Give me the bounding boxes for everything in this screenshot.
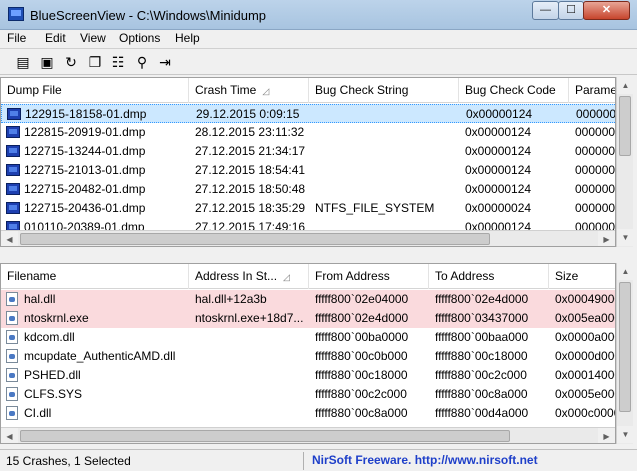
col-dump-file[interactable]: Dump File — [1, 78, 189, 103]
crash-list[interactable]: Dump File Crash Time ◿ Bug Check String B… — [0, 77, 616, 247]
table-row[interactable]: hal.dll hal.dll+12a3b fffff800`02e04000 … — [1, 290, 615, 309]
properties-button[interactable]: ▤ — [14, 53, 32, 71]
table-row[interactable]: CI.dll fffff880`00c8a000 fffff880`00d4a0… — [1, 404, 615, 423]
vscroll-thumb[interactable] — [619, 96, 631, 156]
scroll-right-arrow[interactable]: ▶ — [598, 231, 615, 246]
title-bar: BlueScreenView - C:\Windows\Minidump — ☐… — [0, 0, 637, 30]
table-row[interactable]: 122915-18158-01.dmp 29.12.2015 0:09:15 0… — [1, 104, 615, 123]
sort-icon: ◿ — [283, 272, 290, 282]
save-button[interactable]: ▣ — [38, 53, 56, 71]
crash-list-header: Dump File Crash Time ◿ Bug Check String B… — [1, 78, 615, 103]
driver-list-hscroll[interactable]: ◀ ▶ — [1, 427, 615, 443]
menu-bar: File Edit View Options Help — [0, 30, 637, 48]
col-size[interactable]: Size — [549, 264, 615, 289]
table-row[interactable]: 122715-20482-01.dmp 27.12.2015 18:50:48 … — [1, 180, 615, 199]
table-row[interactable]: mcupdate_AuthenticAMD.dll fffff880`00c0b… — [1, 347, 615, 366]
table-row[interactable]: 122715-20436-01.dmp 27.12.2015 18:35:29 … — [1, 199, 615, 218]
table-row[interactable]: 122715-13244-01.dmp 27.12.2015 21:34:17 … — [1, 142, 615, 161]
status-count: 15 Crashes, 1 Selected — [6, 454, 131, 468]
sort-icon: ◿ — [262, 86, 270, 96]
table-row[interactable]: CLFS.SYS fffff880`00c2c000 fffff880`00c8… — [1, 385, 615, 404]
col-to-address[interactable]: To Address — [429, 264, 549, 289]
toolbar: ▤ ▣ ↻ ❐ ☷ ⚲ ⇥ — [0, 48, 637, 75]
exit-button[interactable]: ⇥ — [156, 53, 174, 71]
nirsoft-link[interactable]: NirSoft Freeware. http://www.nirsoft.net — [312, 453, 538, 467]
find-button[interactable]: ⚲ — [133, 53, 151, 71]
scroll-up-arrow[interactable]: ▲ — [617, 77, 634, 94]
close-button[interactable]: ✕ — [583, 1, 630, 20]
window-title: BlueScreenView - C:\Windows\Minidump — [30, 8, 267, 23]
table-row[interactable]: ntoskrnl.exe ntoskrnl.exe+18d7... fffff8… — [1, 309, 615, 328]
table-row[interactable]: kdcom.dll fffff800`00ba0000 fffff800`00b… — [1, 328, 615, 347]
scroll-up-arrow[interactable]: ▲ — [617, 263, 634, 280]
refresh-icon: ↻ — [65, 54, 77, 70]
col-crash-time[interactable]: Crash Time ◿ — [189, 78, 309, 103]
menu-edit[interactable]: Edit — [45, 31, 66, 45]
scroll-left-arrow[interactable]: ◀ — [1, 428, 18, 443]
status-divider — [303, 452, 304, 470]
find-icon: ⚲ — [136, 54, 148, 70]
copy-button[interactable]: ❐ — [86, 53, 104, 71]
hscroll-thumb[interactable] — [20, 233, 490, 245]
table-row[interactable]: 122715-21013-01.dmp 27.12.2015 18:54:41 … — [1, 161, 615, 180]
app-icon — [8, 7, 24, 21]
html-report-button[interactable]: ☷ — [109, 53, 127, 71]
status-bar: 15 Crashes, 1 Selected NirSoft Freeware.… — [0, 449, 637, 471]
properties-icon: ▤ — [16, 54, 30, 70]
menu-file[interactable]: File — [7, 31, 26, 45]
table-row[interactable]: 122815-20919-01.dmp 28.12.2015 23:11:32 … — [1, 123, 615, 142]
driver-list-vscroll[interactable]: ▲ ▼ — [616, 263, 634, 444]
copy-icon: ❐ — [88, 54, 102, 70]
crash-list-vscroll[interactable]: ▲ ▼ — [616, 77, 634, 247]
minimize-button[interactable]: — — [532, 1, 559, 20]
col-filename[interactable]: Filename — [1, 264, 189, 289]
scroll-down-arrow[interactable]: ▼ — [617, 229, 634, 246]
scroll-down-arrow[interactable]: ▼ — [617, 426, 634, 443]
hscroll-thumb[interactable] — [20, 430, 510, 442]
menu-options[interactable]: Options — [119, 31, 160, 45]
menu-help[interactable]: Help — [175, 31, 200, 45]
html-report-icon: ☷ — [111, 54, 125, 70]
driver-list[interactable]: Filename Address In St... ◿ From Address … — [0, 263, 616, 444]
menu-view[interactable]: View — [80, 31, 106, 45]
crash-list-hscroll[interactable]: ◀ ▶ — [1, 230, 615, 246]
exit-icon: ⇥ — [159, 54, 171, 70]
scroll-right-arrow[interactable]: ▶ — [598, 428, 615, 443]
scroll-left-arrow[interactable]: ◀ — [1, 231, 18, 246]
save-icon: ▣ — [40, 54, 54, 70]
col-address-in-stack[interactable]: Address In St... ◿ — [189, 264, 309, 289]
table-row[interactable]: PSHED.dll fffff880`00c18000 fffff880`00c… — [1, 366, 615, 385]
col-bug-check-code[interactable]: Bug Check Code — [459, 78, 569, 103]
maximize-button[interactable]: ☐ — [558, 1, 584, 20]
vscroll-thumb[interactable] — [619, 282, 631, 412]
driver-list-header: Filename Address In St... ◿ From Address … — [1, 264, 615, 289]
col-bug-check-string[interactable]: Bug Check String — [309, 78, 459, 103]
refresh-button[interactable]: ↻ — [62, 53, 80, 71]
col-parameter[interactable]: Parame — [569, 78, 615, 103]
col-from-address[interactable]: From Address — [309, 264, 429, 289]
